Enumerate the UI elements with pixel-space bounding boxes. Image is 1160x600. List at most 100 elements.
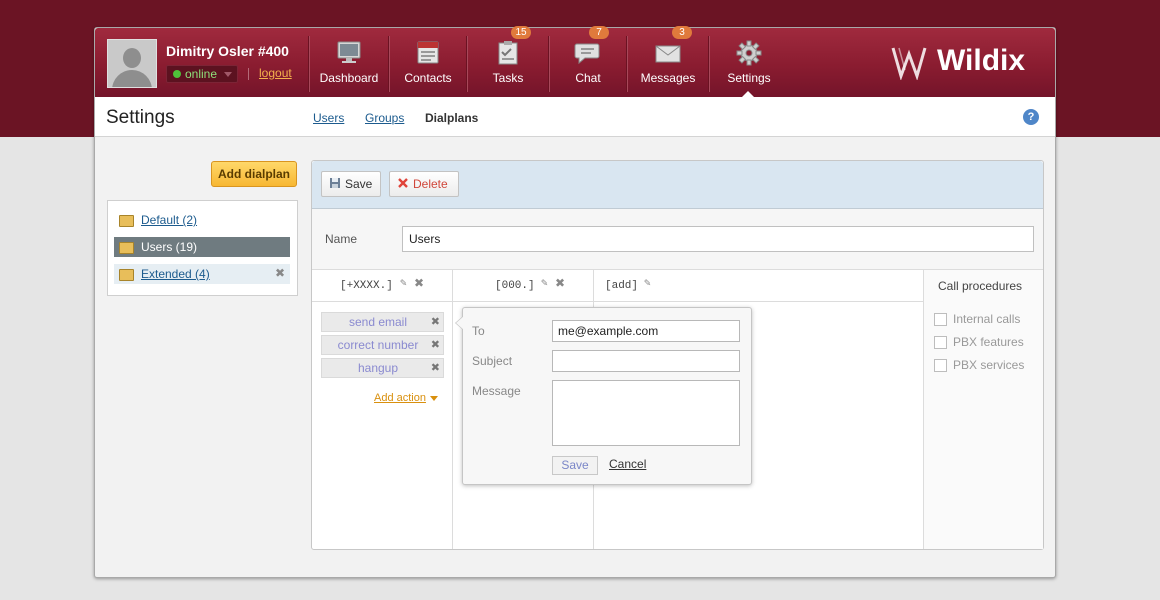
column-pattern[interactable]: [+XXXX.]	[340, 280, 393, 292]
wildix-logo: Wildix	[891, 40, 1041, 84]
tab-dialplans[interactable]: Dialplans	[425, 111, 478, 125]
folder-icon	[119, 215, 134, 227]
avatar-body	[112, 70, 152, 87]
status-label: online	[185, 67, 218, 81]
action-send-email[interactable]: send email ✖	[321, 312, 444, 332]
online-status-icon	[173, 70, 181, 78]
save-label: Save	[345, 177, 373, 191]
action-label: send email	[348, 315, 408, 329]
delete-button[interactable]: Delete	[389, 171, 459, 197]
nav-tasks[interactable]: 15 Tasks	[468, 26, 548, 97]
folder-icon	[119, 269, 134, 281]
name-input[interactable]	[402, 226, 1034, 252]
delete-icon	[398, 178, 408, 188]
nav-label: Tasks	[492, 71, 524, 85]
user-name: Dimitry Osler #400	[166, 43, 289, 59]
page-title: Settings	[106, 107, 175, 128]
checkbox[interactable]	[934, 336, 947, 349]
logo-text: Wildix	[937, 44, 1026, 77]
dialplan-label: Users (19)	[141, 240, 198, 254]
name-row: Name	[312, 209, 1043, 270]
delete-label: Delete	[413, 177, 448, 191]
dialplan-item-default[interactable]: Default (2)	[114, 210, 290, 230]
popup-pointer-fill	[456, 316, 464, 330]
call-procedures-panel: Call procedures Internal calls PBX featu…	[924, 270, 1043, 549]
tab-users[interactable]: Users	[313, 111, 344, 125]
add-action-link[interactable]: Add action	[374, 392, 438, 404]
action-correct-number[interactable]: correct number ✖	[321, 335, 444, 355]
logo-w-mark	[891, 47, 927, 80]
popup-cancel-link[interactable]: Cancel	[609, 457, 646, 471]
nav-contacts[interactable]: Contacts	[390, 28, 466, 97]
pencil-icon[interactable]: ✎	[400, 279, 410, 290]
nav-label: Dashboard	[319, 71, 379, 85]
subject-input[interactable]	[552, 350, 740, 372]
dialplan-list: Default (2) Users (19) Extended (4) ✖	[107, 200, 298, 296]
dialplan-item-users[interactable]: Users (19)	[114, 237, 290, 257]
avatar[interactable]	[107, 39, 157, 88]
column-pattern[interactable]: [add]	[605, 280, 638, 292]
nav-chat[interactable]: 7 Chat	[550, 26, 626, 97]
floppy-icon	[330, 178, 340, 188]
to-label: To	[472, 324, 485, 338]
message-label: Message	[472, 384, 521, 398]
subject-label: Subject	[472, 354, 513, 368]
dialplan-label: Extended (4)	[141, 267, 210, 281]
chevron-down-icon	[429, 395, 438, 401]
checkbox[interactable]	[934, 359, 947, 372]
action-label: correct number	[337, 338, 419, 352]
dialplan-label: Default (2)	[141, 213, 198, 227]
remove-icon[interactable]: ✖	[555, 277, 565, 289]
nav-label: Settings	[727, 71, 771, 85]
gear-icon	[736, 40, 762, 66]
nav-messages[interactable]: 3 Messages	[628, 26, 708, 97]
messages-count-badge: 3	[672, 26, 692, 39]
column-header: [+XXXX.] ✎ ✖	[312, 270, 452, 302]
help-icon[interactable]: ?	[1023, 109, 1039, 125]
add-action-label: Add action	[374, 392, 426, 404]
monitor-icon	[337, 41, 361, 63]
name-label: Name	[325, 232, 358, 246]
sub-header: Settings Users Groups Dialplans ?	[95, 97, 1055, 137]
tasks-icon	[498, 41, 518, 65]
add-dialplan-button[interactable]: Add dialplan	[211, 161, 297, 187]
logout-link[interactable]: logout	[259, 66, 292, 80]
remove-icon[interactable]: ✖	[431, 359, 440, 377]
action-label: hangup	[357, 361, 399, 375]
app-window: Dimitry Osler #400 online logout Dashboa…	[94, 26, 1056, 578]
remove-icon[interactable]: ✖	[274, 267, 286, 279]
header: Dimitry Osler #400 online logout Dashboa…	[95, 26, 1055, 98]
tasks-count-badge: 15	[511, 26, 531, 39]
dialplan-item-extended[interactable]: Extended (4) ✖	[114, 264, 290, 284]
remove-icon[interactable]: ✖	[431, 336, 440, 354]
remove-icon[interactable]: ✖	[414, 277, 424, 289]
nav-settings[interactable]: Settings	[710, 28, 788, 97]
folder-icon	[119, 242, 134, 254]
dialplan-editor: Save Delete Name [+XXXX.] ✎ ✖ [000.] ✎ ✖	[311, 160, 1044, 550]
pencil-icon[interactable]: ✎	[541, 279, 551, 290]
chat-count-badge: 7	[589, 26, 609, 39]
divider	[248, 68, 249, 80]
chat-icon	[574, 43, 600, 65]
nav-dashboard[interactable]: Dashboard	[310, 28, 388, 97]
column-header: [000.] ✎ ✖	[453, 270, 593, 302]
send-email-popup: To Subject Message Save Cancel	[455, 307, 752, 485]
message-textarea[interactable]	[552, 380, 740, 446]
popup-save-button[interactable]: Save	[552, 456, 598, 475]
nav-label: Chat	[575, 71, 601, 85]
status-dropdown[interactable]: online	[166, 65, 238, 83]
checkbox[interactable]	[934, 313, 947, 326]
column-pattern[interactable]: [000.]	[495, 280, 535, 292]
to-input[interactable]	[552, 320, 740, 342]
column-divider	[452, 270, 453, 549]
tab-groups[interactable]: Groups	[365, 111, 404, 125]
action-hangup[interactable]: hangup ✖	[321, 358, 444, 378]
avatar-head	[123, 48, 141, 68]
call-procedures-title: Call procedures	[938, 279, 1023, 293]
pencil-icon[interactable]: ✎	[644, 279, 654, 290]
chevron-down-icon	[224, 72, 232, 77]
nav-label: Messages	[640, 71, 696, 85]
save-button[interactable]: Save	[321, 171, 381, 197]
contacts-icon	[417, 41, 439, 64]
remove-icon[interactable]: ✖	[431, 313, 440, 331]
